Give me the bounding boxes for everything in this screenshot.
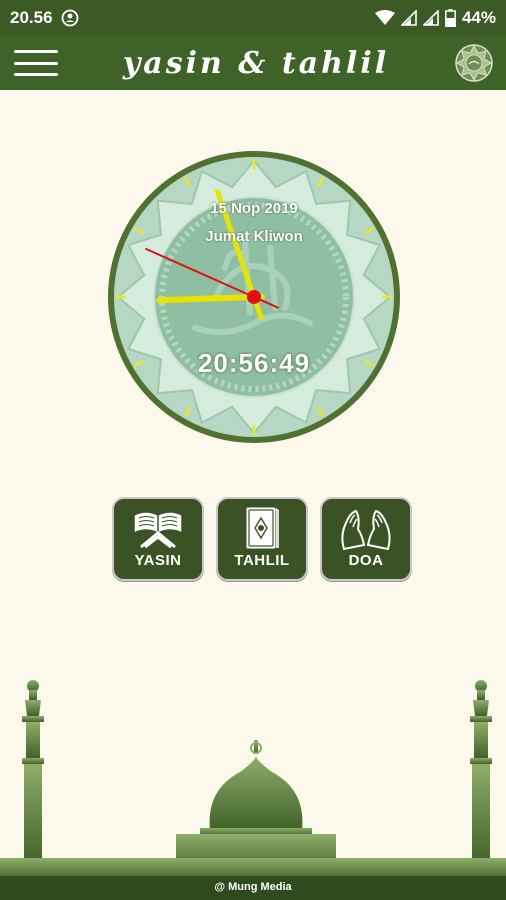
hamburger-menu-button[interactable] bbox=[14, 47, 58, 79]
battery-icon bbox=[445, 9, 456, 27]
clock-face bbox=[108, 151, 400, 443]
app-title: yasin & tahlil bbox=[122, 45, 390, 81]
wifi-icon bbox=[374, 10, 395, 25]
quran-book-icon bbox=[245, 506, 279, 550]
status-time: 20.56 bbox=[10, 8, 53, 27]
status-bar: 20.56 44% bbox=[0, 0, 506, 36]
hamburger-line bbox=[14, 50, 58, 53]
yasin-label: YASIN bbox=[134, 552, 182, 569]
tahlil-button[interactable]: TAHLIL bbox=[216, 497, 308, 581]
signal-icon bbox=[400, 10, 417, 26]
notification-icon bbox=[61, 9, 78, 27]
clock-date: 15 Nop 2019 bbox=[210, 200, 298, 217]
clock-center-pin bbox=[247, 290, 261, 304]
status-left: 20.56 bbox=[10, 8, 79, 28]
signal-icon-2 bbox=[422, 10, 439, 26]
main-menu: YASIN TAHLIL DOA bbox=[112, 497, 412, 581]
footer-credit: @ Mung Media bbox=[0, 876, 506, 900]
status-right: 44% bbox=[374, 8, 496, 28]
analog-clock: 15 Nop 2019 Jumat Kliwon 20:56:49 bbox=[105, 148, 403, 446]
yasin-button[interactable]: YASIN bbox=[112, 497, 204, 581]
tahlil-label: TAHLIL bbox=[234, 552, 290, 569]
app-bar: yasin & tahlil bbox=[0, 36, 506, 90]
hour-hand bbox=[156, 293, 265, 304]
hamburger-line bbox=[14, 73, 58, 76]
doa-button[interactable]: DOA bbox=[320, 497, 412, 581]
hamburger-line bbox=[14, 61, 58, 65]
praying-hands-icon bbox=[341, 509, 391, 551]
mosque-silhouette bbox=[0, 680, 506, 880]
digital-time: 20:56:49 bbox=[197, 348, 311, 378]
clock-day: Jumat Kliwon bbox=[205, 228, 303, 245]
battery-percent: 44% bbox=[461, 8, 496, 27]
app-logo-icon[interactable] bbox=[454, 43, 494, 83]
open-quran-icon bbox=[133, 511, 183, 549]
doa-label: DOA bbox=[348, 552, 384, 569]
